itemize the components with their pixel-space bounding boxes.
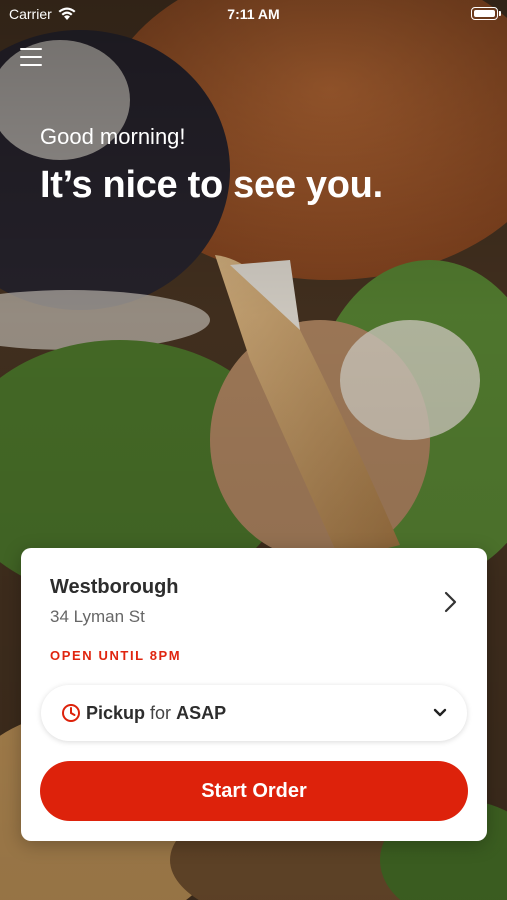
- chevron-right-icon[interactable]: [443, 590, 459, 614]
- order-mode-text: Pickup for ASAP: [86, 703, 433, 724]
- location-name[interactable]: Westborough: [50, 576, 179, 599]
- chevron-down-icon[interactable]: [433, 708, 447, 718]
- hours-status: OPEN UNTIL 8PM: [50, 648, 182, 663]
- order-mode-label: Pickup: [86, 702, 146, 723]
- start-order-button[interactable]: Start Order: [40, 761, 468, 821]
- greeting-text: Good morning!: [40, 124, 186, 149]
- order-mode-connector: for: [150, 702, 172, 723]
- battery-icon: [471, 7, 501, 20]
- order-time-label: ASAP: [176, 702, 227, 723]
- order-mode-selector[interactable]: Pickup for ASAP: [41, 685, 467, 741]
- location-address: 34 Lyman St: [50, 607, 145, 626]
- clock-icon: [62, 704, 80, 722]
- status-time: 7:11 AM: [227, 6, 280, 22]
- status-bar: Carrier 7:11 AM: [0, 0, 507, 28]
- hamburger-menu-icon[interactable]: [20, 48, 42, 68]
- location-card: Westborough 34 Lyman St OPEN UNTIL 8PM P…: [21, 548, 487, 841]
- headline-text: It’s nice to see you.: [40, 164, 383, 206]
